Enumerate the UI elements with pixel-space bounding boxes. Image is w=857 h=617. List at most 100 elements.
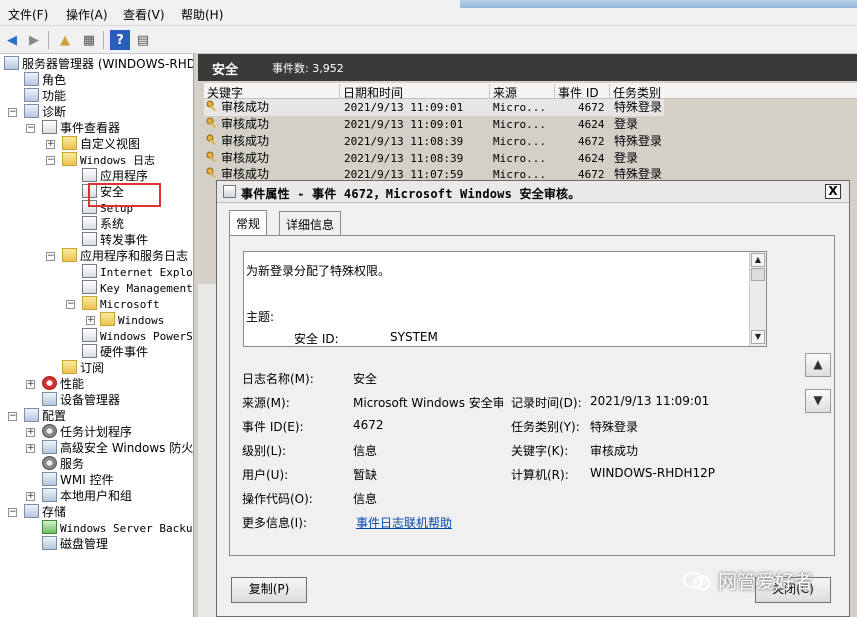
menu-view[interactable]: 查看(V) (123, 6, 165, 23)
tree-item-forwarded-events[interactable]: 转发事件 (82, 232, 148, 248)
event-properties-dialog: 事件属性 - 事件 4672，Microsoft Windows 安全审核。 X… (216, 180, 850, 617)
folder-icon (62, 152, 77, 166)
tree-item-internet-explorer[interactable]: Internet Explore (82, 264, 193, 280)
tree-item-performance[interactable]: 性能 (42, 376, 84, 392)
table-row[interactable]: 审核成功 2021/9/13 11:07:59 Micro... 4672 特殊… (204, 166, 664, 179)
log-icon (82, 328, 97, 342)
collapse-icon[interactable]: − (8, 412, 17, 421)
tree-item-roles[interactable]: 角色 (24, 72, 66, 88)
expand-icon[interactable]: + (46, 140, 55, 149)
show-action-pane-icon[interactable]: ▤ (133, 30, 153, 50)
menu-file[interactable]: 文件(F) (8, 6, 48, 23)
tree-item-disk-management[interactable]: 磁盘管理 (42, 536, 108, 552)
tree-item-app-service-logs[interactable]: 应用程序和服务日志 (62, 248, 188, 264)
expand-icon[interactable]: + (86, 316, 95, 325)
tree-item-local-users[interactable]: 本地用户和组 (42, 488, 132, 504)
tree-item-storage[interactable]: 存储 (24, 504, 66, 520)
next-event-button[interactable]: ▼ (805, 389, 831, 413)
scroll-down-icon[interactable]: ▼ (751, 330, 765, 344)
tree-item-firewall[interactable]: 高级安全 Windows 防火 (42, 440, 193, 456)
tree-item-hardware-events[interactable]: 硬件事件 (82, 344, 148, 360)
tree-item-task-scheduler[interactable]: 任务计划程序 (42, 424, 132, 440)
keywords-value[interactable]: 审核成功 (590, 442, 638, 459)
column-datetime[interactable]: 日期和时间 (339, 84, 489, 100)
keywords-label: 关键字(K): (511, 444, 569, 458)
table-row[interactable]: 审核成功 2021/9/13 11:09:01 Micro... 4624 登录 (204, 116, 664, 133)
column-keyword[interactable]: 关键字 (204, 84, 243, 100)
collapse-icon[interactable]: − (46, 252, 55, 261)
user-label: 用户(U): (242, 468, 289, 482)
source-value[interactable]: Microsoft Windows 安全审 (353, 394, 503, 411)
menu-help[interactable]: 帮助(H) (181, 6, 223, 23)
close-icon[interactable]: X (825, 184, 841, 199)
tree-root[interactable]: 服务器管理器 (WINDOWS-RHDH12 (4, 56, 193, 72)
copy-button[interactable]: 复制(P) (231, 577, 307, 603)
online-help-link[interactable]: 事件日志联机帮助 (356, 514, 452, 531)
tree-item-device-manager[interactable]: 设备管理器 (42, 392, 120, 408)
event-id-value[interactable]: 4672 (353, 418, 384, 432)
tree-item-microsoft[interactable]: Microsoft (82, 296, 160, 312)
key-icon (206, 117, 216, 129)
tree-item-wmi[interactable]: WMI 控件 (42, 472, 114, 488)
menu-action[interactable]: 操作(A) (66, 6, 108, 23)
level-value[interactable]: 信息 (353, 442, 377, 459)
tab-general[interactable]: 常规 (229, 210, 268, 236)
dialog-title: 事件属性 - 事件 4672，Microsoft Windows 安全审核。 (241, 187, 581, 201)
tree-item-powershell[interactable]: Windows PowerShe (82, 328, 193, 344)
folder-icon (62, 136, 77, 150)
expand-icon[interactable]: + (26, 428, 35, 437)
tree-item-backup[interactable]: Windows Server Backup (42, 520, 193, 536)
level-label: 级别(L): (242, 444, 287, 458)
tree-item-application[interactable]: 应用程序 (82, 168, 148, 184)
column-event-id[interactable]: 事件 ID (554, 84, 609, 100)
computer-label: 计算机(R): (511, 468, 569, 482)
tree-item-subscriptions[interactable]: 订阅 (62, 360, 104, 376)
event-description[interactable]: 为新登录分配了特殊权限。 主题: 安全 ID: SYSTEM ▲ ▼ (243, 251, 767, 347)
tree-item-configuration[interactable]: 配置 (24, 408, 66, 424)
collapse-icon[interactable]: − (8, 108, 17, 117)
forward-icon[interactable]: ▶ (24, 30, 44, 50)
collapse-icon[interactable]: − (66, 300, 75, 309)
tree-item-custom-views[interactable]: 自定义视图 (62, 136, 140, 152)
tab-details[interactable]: 详细信息 (279, 211, 342, 235)
tree-item-windows-logs[interactable]: Windows 日志 (62, 152, 155, 168)
expand-icon[interactable]: + (26, 380, 35, 389)
tree-item-windows[interactable]: Windows (100, 312, 164, 328)
collapse-icon[interactable]: − (46, 156, 55, 165)
table-row[interactable]: 审核成功 2021/9/13 11:08:39 Micro... 4672 特殊… (204, 133, 664, 150)
log-name-value[interactable]: 安全 (353, 370, 377, 387)
scroll-thumb[interactable] (751, 268, 765, 281)
table-row[interactable]: 审核成功 2021/9/13 11:08:39 Micro... 4624 登录 (204, 150, 664, 167)
firewall-icon (42, 440, 57, 454)
expand-icon[interactable]: + (26, 492, 35, 501)
collapse-icon[interactable]: − (8, 508, 17, 517)
source-label: 来源(M): (242, 396, 290, 410)
computer-value[interactable]: WINDOWS-RHDH12P (590, 466, 715, 480)
previous-event-button[interactable]: ▲ (805, 353, 831, 377)
back-icon[interactable]: ◀ (2, 30, 22, 50)
opcode-value[interactable]: 信息 (353, 490, 377, 507)
log-icon (82, 216, 97, 230)
scroll-up-icon[interactable]: ▲ (751, 253, 765, 267)
table-row[interactable]: 审核成功 2021/9/13 11:09:01 Micro... 4672 特殊… (204, 99, 664, 116)
tree-item-system[interactable]: 系统 (82, 216, 124, 232)
tree-item-diagnostics[interactable]: 诊断 (24, 104, 66, 120)
event-list-header: 关键字 日期和时间 来源 事件 ID 任务类别 (204, 83, 857, 100)
logged-value[interactable]: 2021/9/13 11:09:01 (590, 394, 709, 408)
tree-item-key-management[interactable]: Key Management S (82, 280, 193, 296)
description-scrollbar[interactable]: ▲ ▼ (749, 252, 766, 346)
column-source[interactable]: 来源 (489, 84, 549, 100)
tree-item-event-viewer[interactable]: 事件查看器 (42, 120, 120, 136)
help-icon[interactable]: ? (110, 30, 130, 50)
tree-item-services[interactable]: 服务 (42, 456, 84, 472)
task-category-value[interactable]: 特殊登录 (590, 418, 638, 435)
show-hide-tree-icon[interactable]: ▦ (79, 30, 99, 50)
column-task-category[interactable]: 任务类别 (609, 84, 669, 100)
folder-icon (62, 248, 77, 262)
up-folder-icon[interactable]: ▲ (55, 30, 75, 50)
tree-item-features[interactable]: 功能 (24, 88, 66, 104)
expand-icon[interactable]: + (26, 444, 35, 453)
collapse-icon[interactable]: − (26, 124, 35, 133)
user-value[interactable]: 暂缺 (353, 466, 377, 483)
general-tab-panel: 为新登录分配了特殊权限。 主题: 安全 ID: SYSTEM ▲ ▼ 日志名称(… (229, 235, 835, 556)
